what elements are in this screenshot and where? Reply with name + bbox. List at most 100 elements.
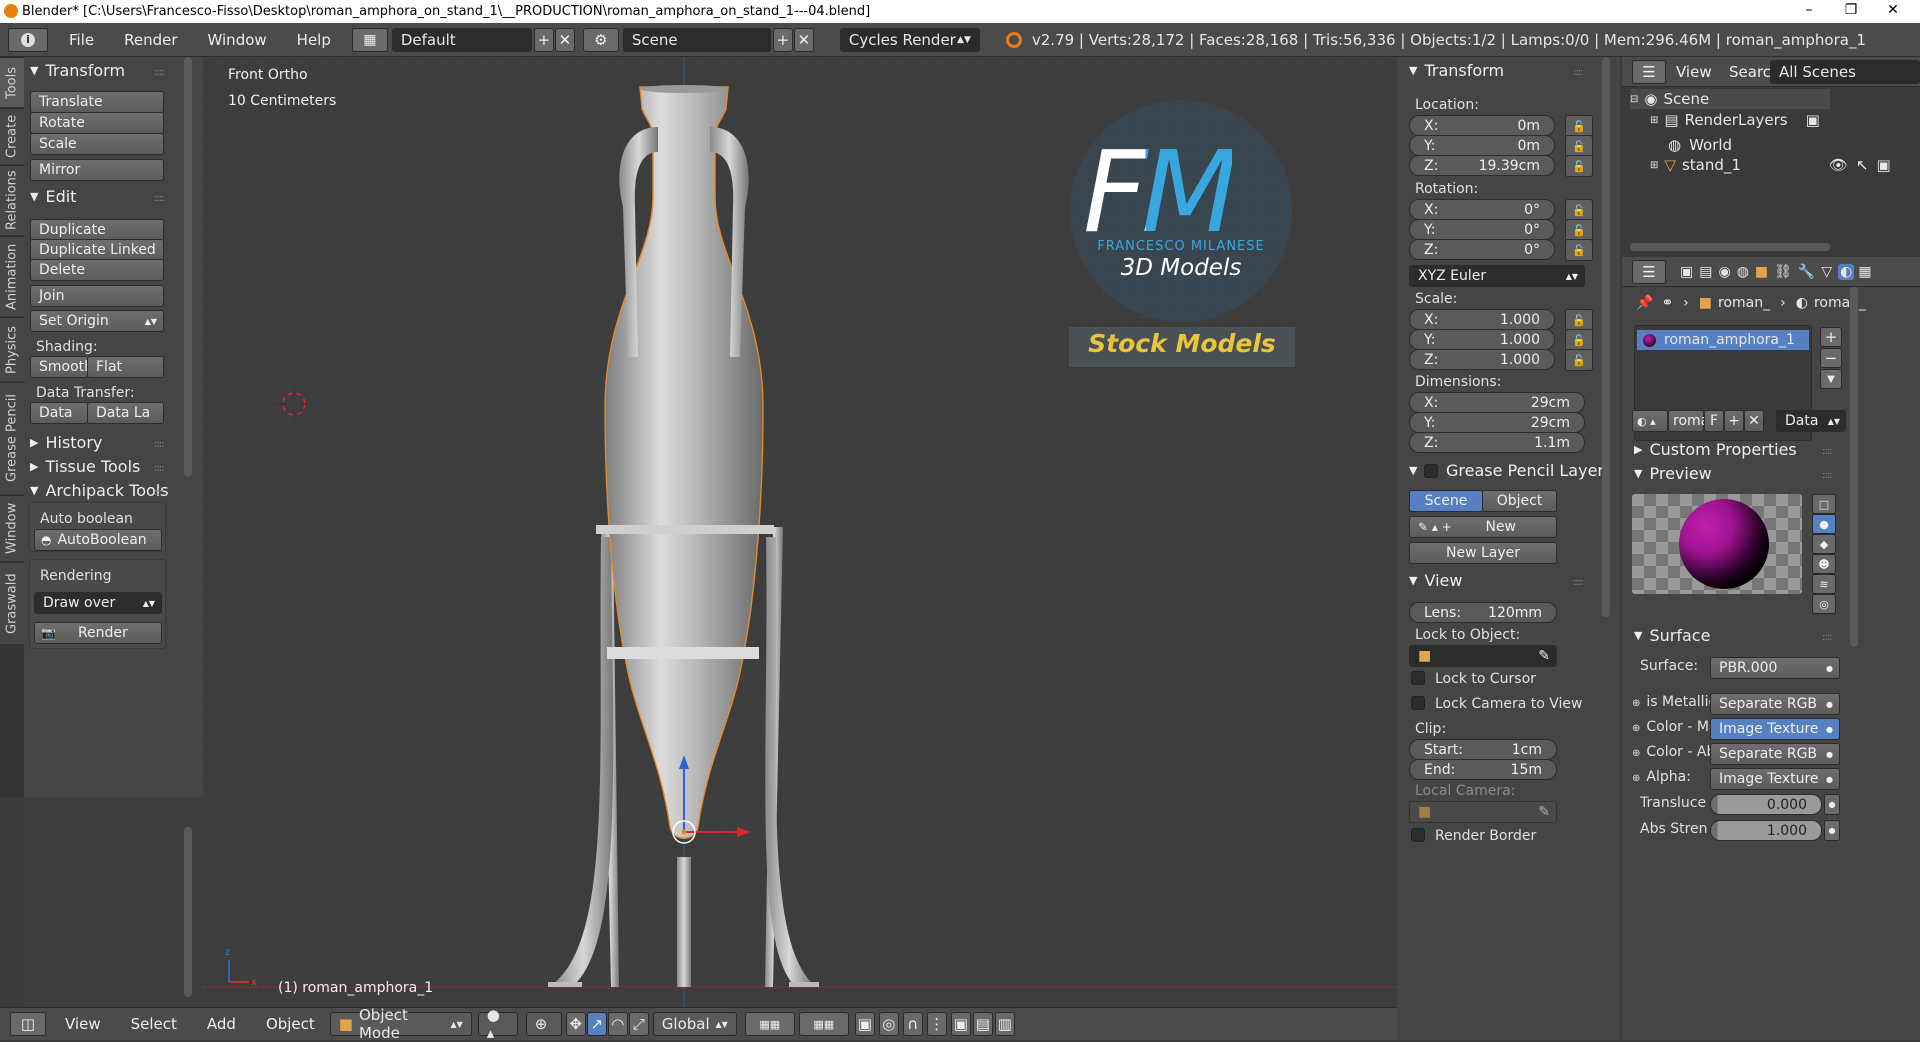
rotation-z-field[interactable]: Z: 0° (1409, 239, 1555, 260)
tab-relations[interactable]: Relations (0, 165, 24, 235)
translate-button[interactable]: Translate (30, 91, 164, 113)
grease-tab-scene[interactable]: Scene (1409, 490, 1483, 512)
grease-tab-object[interactable]: Object (1482, 490, 1557, 512)
world-tab-icon[interactable]: ◍ (1737, 264, 1749, 280)
render-tab-icon[interactable]: ▣ (1680, 264, 1693, 280)
scale-x-field[interactable]: X: 1.000 (1409, 309, 1555, 330)
duplicate-linked-button[interactable]: Duplicate Linked (30, 239, 164, 261)
scene-tab-icon[interactable]: ◉ (1718, 264, 1730, 280)
outliner-row-stand[interactable]: ⊞ ▽ stand_1 👁 ↖ ▣ (1650, 155, 1920, 175)
screen-layout-icon-button[interactable]: ▦ (351, 27, 388, 52)
lock-location-y-button[interactable]: 🔓 (1565, 135, 1593, 157)
clip-start-field[interactable]: Start: 1cm (1409, 739, 1557, 760)
dimensions-y-field[interactable]: Y: 29cm (1409, 412, 1585, 433)
remove-scene-button[interactable]: ✕ (793, 27, 814, 52)
add-layout-button[interactable]: + (533, 27, 554, 52)
abs-stren-link-button[interactable]: ● (1824, 820, 1840, 841)
surface-shader-dropdown[interactable]: PBR.000 ● (1710, 657, 1840, 679)
custom-properties-header[interactable]: ▶ Custom Properties (1634, 440, 1797, 459)
fake-user-button[interactable]: F (1704, 410, 1724, 432)
lock-scale-y-button[interactable]: 🔓 (1565, 329, 1593, 351)
menu-file[interactable]: File (54, 31, 109, 49)
n-panel-scrollbar[interactable] (1602, 57, 1610, 617)
lock-scale-z-button[interactable]: 🔓 (1565, 349, 1593, 371)
redo-panel-scrollbar[interactable] (184, 827, 192, 997)
screen-layout-dropdown[interactable]: Default (391, 27, 532, 52)
lock-layers-button[interactable]: ▣ (854, 1012, 875, 1036)
outliner-row-world[interactable]: ◍ World (1668, 135, 1732, 155)
renderlayers-tab-icon[interactable]: ▤ (1699, 264, 1712, 280)
maximize-button[interactable]: ❐ (1828, 0, 1874, 23)
lock-scale-x-button[interactable]: 🔓 (1565, 309, 1593, 331)
render-engine-dropdown[interactable]: Cycles Render ▲▼ (839, 27, 980, 52)
outliner-editor-type-button[interactable]: ☰ (1632, 60, 1666, 84)
menu-help[interactable]: Help (282, 31, 346, 49)
visibility-eye-icon[interactable]: 👁 (1829, 156, 1848, 174)
layer-buttons-group-1[interactable]: ▦▦ (744, 1012, 795, 1036)
new-material-button[interactable]: + (1724, 410, 1744, 432)
join-button[interactable]: Join (30, 285, 164, 307)
menu-object[interactable]: Object (251, 1015, 330, 1033)
drag-grip-icon[interactable]: :::: (1822, 470, 1833, 481)
outliner-row-scene[interactable]: ⊟ ◉ Scene (1630, 89, 1830, 109)
drag-grip-icon[interactable]: :::: (1573, 577, 1584, 588)
transluce-slider[interactable]: 0.000 (1710, 794, 1822, 815)
outliner-row-renderlayers[interactable]: ⊞ ▤ RenderLayers ▣ (1650, 110, 1820, 130)
drag-grip-icon[interactable]: :::: (1822, 632, 1833, 643)
color-ab-input[interactable]: Separate RGB ● (1710, 743, 1840, 765)
translate-manipulator-button[interactable]: ↗ (586, 1012, 607, 1036)
data-tab-icon[interactable]: ▽ (1821, 264, 1832, 280)
material-slot-item[interactable]: roman_amphora_1 (1637, 330, 1809, 350)
location-z-field[interactable]: Z: 19.39cm (1409, 155, 1555, 176)
tab-graswald[interactable]: Graswald (0, 562, 24, 644)
tab-create[interactable]: Create (0, 108, 24, 164)
data-transfer-button[interactable]: Data (30, 402, 88, 424)
flat-button[interactable]: Flat (87, 356, 164, 378)
delete-button[interactable]: Delete (30, 259, 164, 281)
preview-header[interactable]: ▼ Preview (1634, 464, 1712, 483)
history-panel-header[interactable]: ▶ History (30, 433, 102, 452)
drag-grip-icon[interactable]: :::: (154, 67, 165, 78)
preview-hair-button[interactable]: ≋ (1812, 574, 1836, 594)
set-origin-dropdown[interactable]: Set Origin ▲▼ (30, 310, 164, 332)
preview-sky-button[interactable]: ◎ (1812, 594, 1836, 614)
archipack-render-button[interactable]: 📷 Render (34, 622, 162, 644)
mode-dropdown[interactable]: ■ Object Mode ▲▼ (329, 1006, 472, 1042)
rotation-y-field[interactable]: Y: 0° (1409, 219, 1555, 240)
editor-type-info-button[interactable]: i (8, 27, 48, 52)
is-metallic-input[interactable]: Separate RGB ● (1710, 693, 1840, 715)
clip-end-field[interactable]: End: 15m (1409, 759, 1557, 780)
close-window-button[interactable]: ✕ (1870, 0, 1916, 23)
alpha-input[interactable]: Image Texture ● (1710, 768, 1840, 790)
opengl-anim-button[interactable]: ▤ (972, 1012, 993, 1036)
view-panel-header[interactable]: ▼ View (1409, 571, 1462, 590)
minimize-button[interactable]: – (1786, 0, 1832, 23)
location-x-field[interactable]: X: 0m (1409, 115, 1555, 136)
clapper-button[interactable]: ▥ (994, 1012, 1015, 1036)
tab-window[interactable]: Window (0, 495, 24, 561)
lock-cursor-checkbox[interactable] (1411, 671, 1425, 685)
outliner-menu-view[interactable]: View (1676, 63, 1712, 81)
expand-input-icon[interactable]: ⊕ (1632, 698, 1640, 709)
material-name-field[interactable]: roma (1668, 410, 1709, 432)
transluce-link-button[interactable]: ● (1824, 794, 1840, 815)
add-scene-button[interactable]: + (772, 27, 793, 52)
material-tab-icon[interactable]: ◐ (1838, 263, 1855, 280)
draw-over-dropdown[interactable]: Draw over ▲▼ (34, 592, 162, 614)
lock-object-field[interactable]: ■ ✎ (1409, 645, 1557, 667)
rotate-button[interactable]: Rotate (30, 112, 164, 134)
material-specials-button[interactable]: ▼ (1820, 369, 1842, 389)
scale-z-field[interactable]: Z: 1.000 (1409, 349, 1555, 370)
tab-grease-pencil[interactable]: Grease Pencil (0, 382, 24, 494)
expand-input-icon[interactable]: ⊕ (1632, 723, 1640, 734)
pivot-dropdown[interactable]: ⊕ (525, 1012, 562, 1036)
drag-grip-icon[interactable]: :::: (154, 463, 165, 474)
tab-physics[interactable]: Physics (0, 317, 24, 381)
pin-icon[interactable]: 📌 (1636, 295, 1653, 311)
scale-button[interactable]: Scale (30, 133, 164, 155)
edit-panel-header[interactable]: ▼ Edit (30, 187, 76, 206)
remove-material-slot-button[interactable]: − (1820, 348, 1842, 368)
lock-rotation-z-button[interactable]: 🔓 (1565, 239, 1593, 261)
snap-toggle[interactable]: ∩ (902, 1012, 923, 1036)
lock-location-x-button[interactable]: 🔓 (1565, 115, 1593, 137)
